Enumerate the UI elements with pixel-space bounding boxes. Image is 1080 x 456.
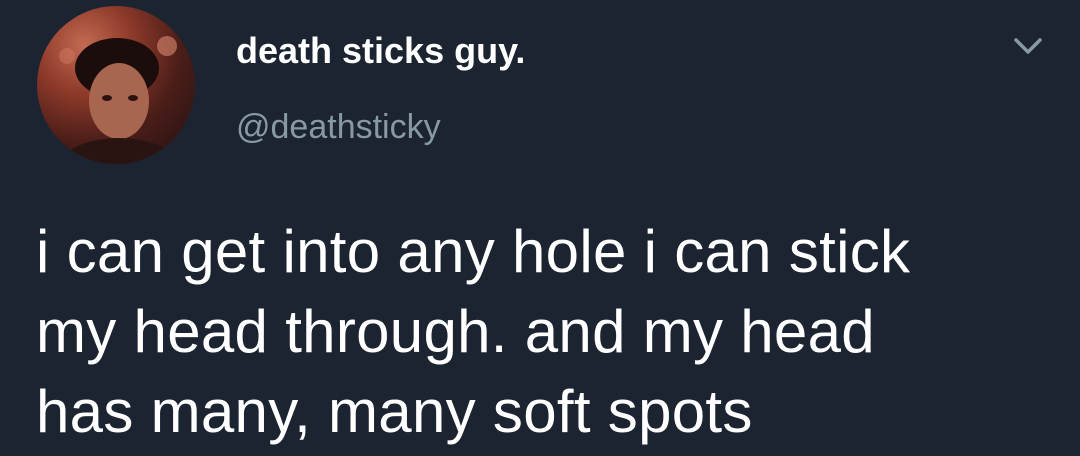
chevron-down-icon[interactable] xyxy=(1010,32,1046,60)
tweet-text-line: has many, many soft spots xyxy=(36,378,753,445)
display-name[interactable]: death sticks guy. xyxy=(236,30,525,72)
tweet-card: death sticks guy. @deathsticky i can get… xyxy=(0,0,1080,456)
tweet-text-line: i can get into any hole i can stick xyxy=(36,218,911,285)
user-handle[interactable]: @deathsticky xyxy=(236,108,441,147)
tweet-text-line: my head through. and my head xyxy=(36,298,875,365)
tweet-text: i can get into any hole i can stick my h… xyxy=(36,212,1036,452)
avatar[interactable] xyxy=(37,6,195,164)
